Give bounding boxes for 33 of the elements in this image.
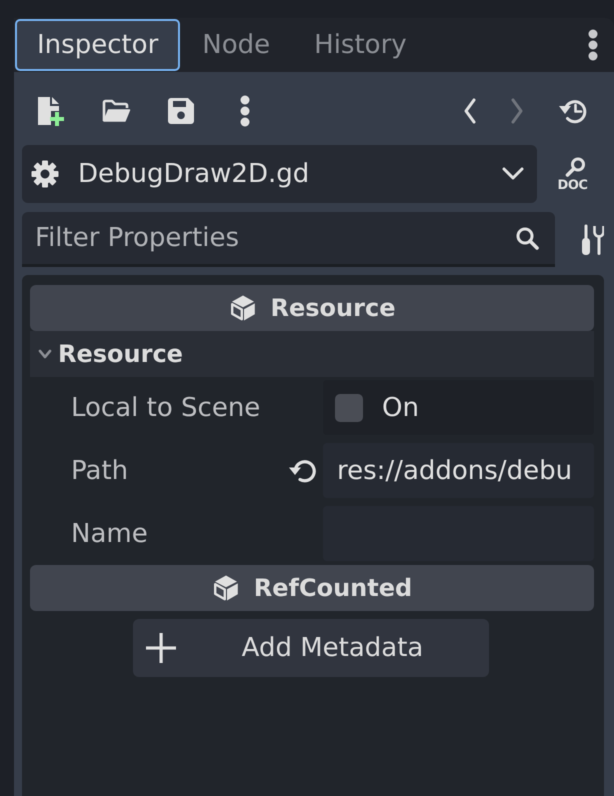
chevron-left-icon[interactable] bbox=[462, 97, 478, 125]
tab[interactable]: History bbox=[292, 19, 429, 71]
category-title: RefCounted bbox=[254, 574, 412, 602]
cube-icon bbox=[228, 293, 257, 323]
chevron-down-icon bbox=[502, 167, 524, 181]
revert-icon[interactable] bbox=[288, 458, 316, 484]
cube-icon bbox=[212, 573, 240, 603]
tab[interactable]: Inspector bbox=[15, 19, 180, 71]
tools-icon[interactable] bbox=[580, 224, 604, 256]
checkbox-toggle[interactable]: On bbox=[323, 380, 594, 435]
new-file-icon[interactable] bbox=[37, 96, 65, 126]
add-metadata-button[interactable]: Add Metadata bbox=[133, 619, 489, 677]
kebab-menu-icon[interactable] bbox=[240, 95, 250, 127]
plus-icon bbox=[146, 633, 176, 663]
property-label: Path bbox=[71, 456, 130, 486]
chevron-down-icon bbox=[38, 349, 52, 359]
script-dropdown[interactable]: DebugDraw2D.gd bbox=[22, 145, 537, 203]
property-label: Name bbox=[71, 518, 149, 548]
category-title: Resource bbox=[270, 294, 396, 322]
filter-field[interactable]: Filter Properties bbox=[22, 212, 555, 267]
history-icon[interactable] bbox=[558, 97, 588, 125]
checkbox[interactable] bbox=[335, 394, 363, 422]
magnifier-icon bbox=[564, 156, 586, 176]
save-icon[interactable] bbox=[167, 97, 195, 125]
docs-button[interactable]: DOC bbox=[537, 145, 604, 203]
kebab-menu-icon[interactable] bbox=[588, 29, 598, 61]
folder-icon[interactable] bbox=[101, 98, 131, 124]
section-header[interactable]: Resource bbox=[30, 331, 594, 377]
property-label: Local to Scene bbox=[71, 392, 262, 422]
tab[interactable]: Node bbox=[180, 19, 292, 71]
text-field[interactable]: res://addons/debu bbox=[323, 443, 594, 498]
search-icon bbox=[515, 226, 539, 250]
gear-icon bbox=[31, 160, 59, 188]
